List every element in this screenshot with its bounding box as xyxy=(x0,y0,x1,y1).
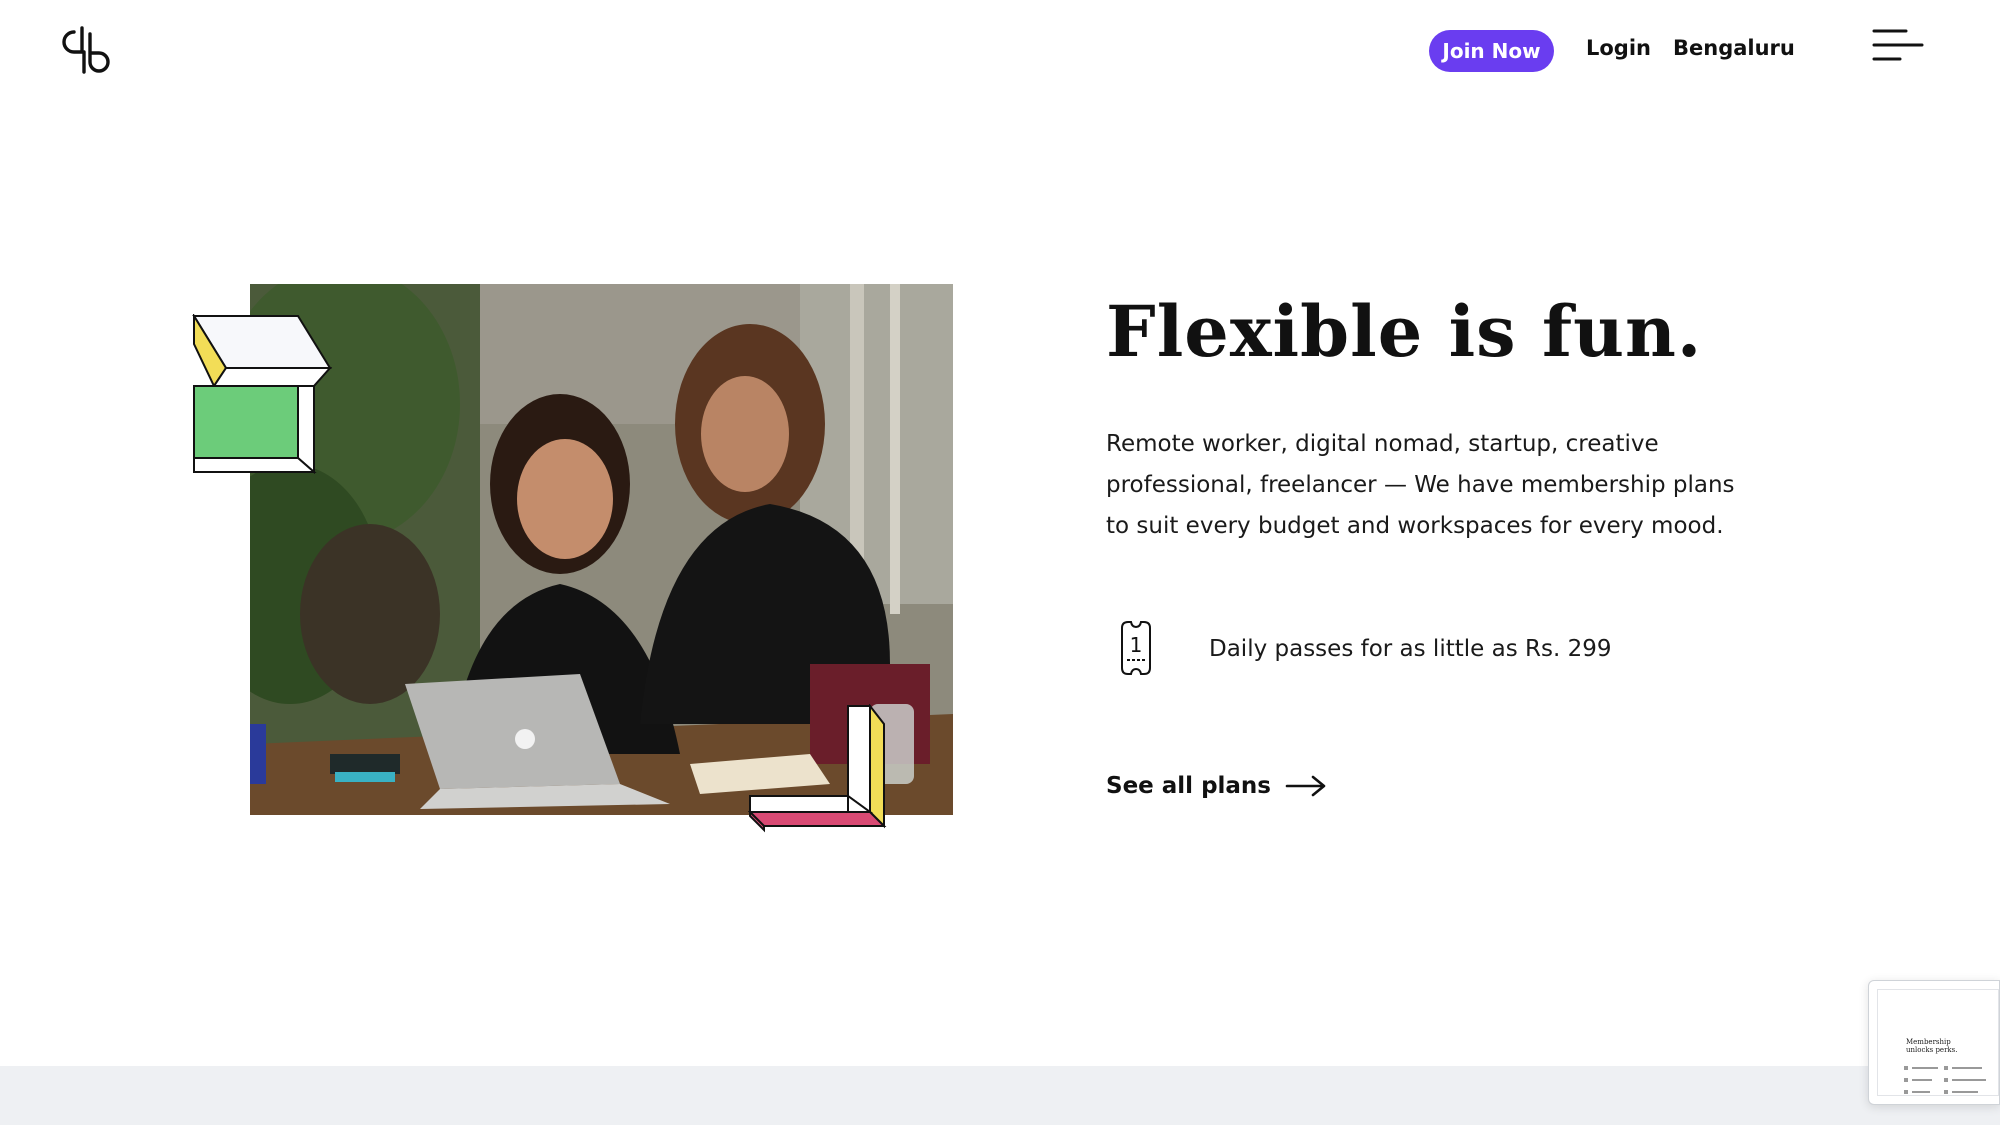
see-all-plans-link[interactable]: See all plans xyxy=(1106,770,1327,802)
login-link[interactable]: Login xyxy=(1586,36,1651,60)
preview-title: Membership unlocks perks. xyxy=(1906,1038,1958,1054)
day-pass-ticket-icon: 1 xyxy=(1121,621,1151,675)
hero-description: Remote worker, digital nomad, startup, c… xyxy=(1106,431,1735,539)
hero-headline: Flexible is fun. xyxy=(1106,290,1703,373)
see-all-plans-label: See all plans xyxy=(1106,773,1271,799)
city-selector[interactable]: Bengaluru xyxy=(1673,36,1795,60)
preview-perk-list xyxy=(1904,1066,1986,1094)
arrow-right-icon xyxy=(1285,775,1326,797)
decorative-frame-top-left xyxy=(192,314,333,474)
preview-thumbnail[interactable]: Membership unlocks perks. xyxy=(1868,980,2000,1105)
preview-page: Membership unlocks perks. xyxy=(1877,989,1999,1096)
hamburger-menu-icon[interactable] xyxy=(1872,28,1924,68)
svg-text:1: 1 xyxy=(1130,633,1143,657)
daily-pass-text: Daily passes for as little as Rs. 299 xyxy=(1209,636,1612,662)
decorative-frame-bottom-right xyxy=(748,704,887,833)
join-now-button[interactable]: Join Now xyxy=(1429,30,1554,72)
next-section-band xyxy=(0,1066,2000,1125)
page: Join Now Login Bengaluru Flexible is fun… xyxy=(0,0,2000,1125)
ws-logo-icon[interactable] xyxy=(60,26,112,76)
